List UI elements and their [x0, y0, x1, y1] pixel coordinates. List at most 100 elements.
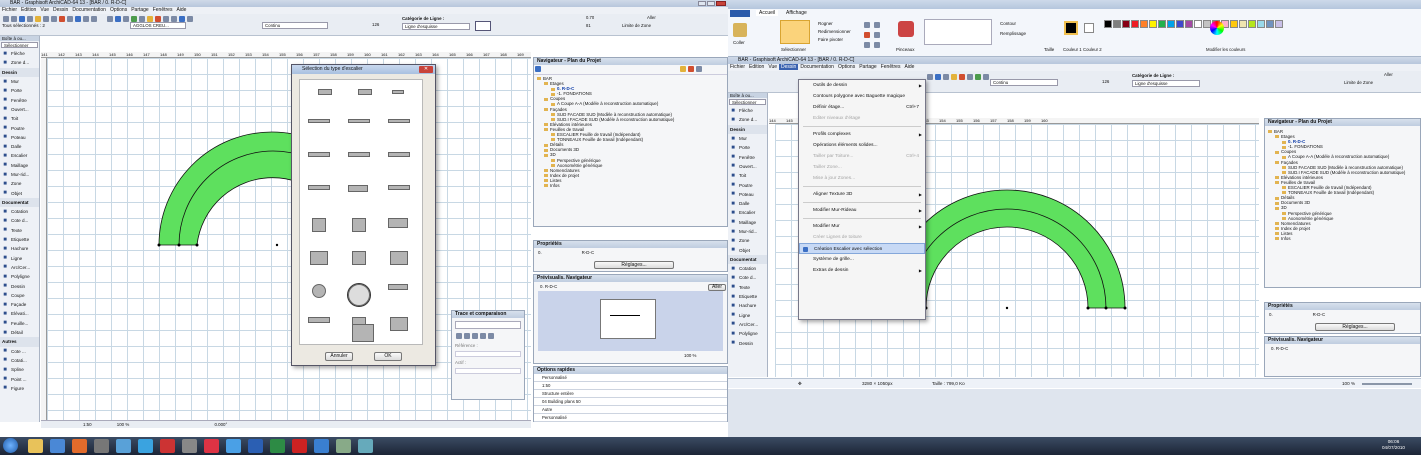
- stair-type-option[interactable]: [308, 317, 330, 323]
- minimize-button[interactable]: [698, 1, 706, 6]
- tool-curtain-wall[interactable]: ■ Mur-rid...: [0, 170, 39, 179]
- tool-dimension[interactable]: ■ Cotation: [728, 264, 767, 273]
- tool-stair[interactable]: ■ Escalier: [0, 151, 39, 160]
- tool-object[interactable]: ■ Objet: [728, 245, 767, 254]
- tool-hotspot[interactable]: ■ Point ...: [0, 374, 39, 383]
- dessin-menu-item[interactable]: Extras de dessin ▶: [799, 265, 925, 276]
- text-tool-icon[interactable]: [864, 32, 870, 38]
- inner-story-name[interactable]: R-D-C: [1313, 312, 1325, 317]
- app-icon[interactable]: [160, 439, 175, 453]
- tool-curtain-wall[interactable]: ■ Mur-rid...: [728, 227, 767, 236]
- palette-color[interactable]: [1265, 19, 1274, 28]
- shapes-gallery[interactable]: [924, 19, 992, 45]
- tool-arc[interactable]: ■ Arc/Cer...: [728, 320, 767, 329]
- tool-column[interactable]: ■ Poteau: [0, 133, 39, 142]
- stair-type-option[interactable]: [388, 284, 408, 290]
- pdf-icon[interactable]: [292, 439, 307, 453]
- palette-color[interactable]: [1148, 19, 1157, 28]
- fill-bucket-icon[interactable]: [874, 22, 880, 28]
- menu-partage[interactable]: Partage: [129, 7, 151, 13]
- tool-arrow[interactable]: ■ Flèche: [728, 106, 767, 115]
- palette-color[interactable]: [1121, 19, 1130, 28]
- tool-arc[interactable]: ■ Arc/Cer...: [0, 263, 39, 272]
- palette-color[interactable]: [1256, 19, 1265, 28]
- dimension-b[interactable]: 81: [586, 23, 591, 28]
- tool-angle-dim[interactable]: ■ Cotati...: [0, 356, 39, 365]
- tab-home[interactable]: Accueil: [756, 10, 779, 16]
- select-button[interactable]: [780, 20, 810, 44]
- tool-level-dim[interactable]: ■ Cote d...: [728, 273, 767, 282]
- inner-tool-icon-6[interactable]: [967, 74, 973, 80]
- preview-go-button[interactable]: Aller: [708, 284, 726, 291]
- outline-button[interactable]: Contour: [1000, 21, 1016, 26]
- color1-swatch[interactable]: [1064, 21, 1078, 35]
- menu-documentation[interactable]: Documentation: [70, 7, 108, 13]
- palette-color[interactable]: [1139, 19, 1148, 28]
- palette-color[interactable]: [1229, 19, 1238, 28]
- palette-color[interactable]: [1274, 19, 1283, 28]
- menu-options[interactable]: Options: [836, 64, 857, 70]
- quick-option-row[interactable]: Autre: [534, 406, 727, 414]
- stair-type-option[interactable]: [308, 185, 330, 190]
- menu-aide[interactable]: Aide: [902, 64, 916, 70]
- angle-value[interactable]: 0.000°: [214, 422, 227, 427]
- quick-option-row[interactable]: Personnalisé: [534, 414, 727, 422]
- stair-type-option[interactable]: [347, 283, 371, 307]
- dimension-a[interactable]: 0.70: [586, 15, 594, 20]
- new-icon[interactable]: [3, 16, 9, 22]
- scale-value[interactable]: 1:50: [83, 422, 92, 427]
- tool-beam[interactable]: ■ Poutre: [728, 180, 767, 189]
- open-icon[interactable]: [11, 16, 17, 22]
- cut-icon[interactable]: [35, 16, 41, 22]
- fill-button[interactable]: Remplissage: [1000, 31, 1026, 36]
- palette-color[interactable]: [1247, 19, 1256, 28]
- stair-type-option[interactable]: [318, 89, 332, 95]
- stair-type-option[interactable]: [390, 251, 408, 265]
- tool-stair[interactable]: ■ Escalier: [728, 208, 767, 217]
- text-style-icon[interactable]: [187, 16, 194, 22]
- settings-button[interactable]: Réglages...: [594, 261, 674, 269]
- tool-drawing[interactable]: ■ Dessin: [0, 281, 39, 290]
- tool-beam[interactable]: ■ Poutre: [0, 123, 39, 132]
- tool-radial-dim[interactable]: ■ Cote ...: [0, 347, 39, 356]
- view-map-icon[interactable]: [680, 66, 686, 72]
- palette-color[interactable]: [1193, 19, 1202, 28]
- stair-type-option[interactable]: [348, 119, 370, 123]
- ie-icon[interactable]: [314, 439, 329, 453]
- tree-item[interactable]: Infos: [537, 183, 724, 188]
- stair-type-option[interactable]: [390, 317, 408, 331]
- tool-hatch[interactable]: ■ Hachure: [728, 301, 767, 310]
- paint-menu-button[interactable]: [730, 10, 750, 17]
- toolbox-section-documentat[interactable]: Documentat: [0, 197, 39, 208]
- stair-type-option[interactable]: [352, 324, 374, 342]
- rotate-button[interactable]: Faire pivoter: [818, 37, 843, 42]
- toolbox-section-autres[interactable]: Autres: [0, 337, 39, 347]
- trace-source-field[interactable]: [455, 321, 521, 329]
- vmware-icon[interactable]: [94, 439, 109, 453]
- trace-icon-1[interactable]: [456, 333, 462, 339]
- calc-icon[interactable]: [336, 439, 351, 453]
- inner-go-button[interactable]: Aller: [1384, 72, 1393, 77]
- stair-type-option[interactable]: [308, 152, 330, 157]
- palette-color[interactable]: [1184, 19, 1193, 28]
- menu-fentres[interactable]: Fenêtres: [879, 64, 903, 70]
- color2-swatch[interactable]: [1084, 23, 1094, 33]
- pen-value[interactable]: 126: [372, 22, 379, 27]
- tool-polyline[interactable]: ■ Polyligne: [728, 329, 767, 338]
- tool-door[interactable]: ■ Porte: [0, 86, 39, 95]
- tool-window[interactable]: ■ Fenêtre: [728, 152, 767, 161]
- color-picker-icon[interactable]: [864, 42, 870, 48]
- dessin-menu-item[interactable]: Modifier Mur-Rideau ▶: [799, 205, 925, 216]
- active-slider[interactable]: [455, 368, 521, 374]
- tool-ie-elevation[interactable]: ■ Elévati...: [0, 309, 39, 318]
- palette-color[interactable]: [1166, 19, 1175, 28]
- tool-line[interactable]: ■ Ligne: [0, 254, 39, 263]
- trace-icon-2[interactable]: [464, 333, 470, 339]
- crop-button[interactable]: Rogner: [818, 21, 833, 26]
- media-player-icon[interactable]: [50, 439, 65, 453]
- menu-fichier[interactable]: Fichier: [0, 7, 19, 13]
- resize-button[interactable]: Redimensionner: [818, 29, 851, 34]
- skype-icon[interactable]: [138, 439, 153, 453]
- stair-type-option[interactable]: [388, 218, 408, 228]
- inner-tool-icon-2[interactable]: [935, 74, 941, 80]
